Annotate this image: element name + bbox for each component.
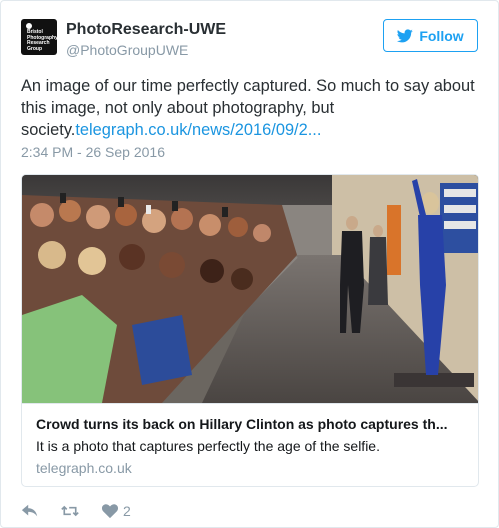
tweet-embed: Bristol Photography Research Group Photo… [0, 0, 499, 528]
link-card[interactable]: Crowd turns its back on Hillary Clinton … [21, 174, 479, 487]
account-name[interactable]: PhotoResearch-UWE [66, 21, 226, 39]
avatar[interactable]: Bristol Photography Research Group [21, 19, 57, 55]
tweet-text: An image of our time perfectly captured.… [21, 75, 481, 141]
card-image[interactable] [22, 175, 478, 403]
reply-icon [21, 504, 38, 517]
bird-icon [397, 28, 414, 42]
retweet-button[interactable] [61, 503, 79, 519]
card-title[interactable]: Crowd turns its back on Hillary Clinton … [36, 416, 466, 432]
follow-button[interactable]: Follow [383, 19, 478, 52]
account-handle[interactable]: @PhotoGroupUWE [66, 42, 188, 58]
tweet-actions: 2 [21, 501, 153, 521]
like-count: 2 [123, 503, 131, 519]
tweet-timestamp[interactable]: 2:34 PM - 26 Sep 2016 [21, 144, 165, 160]
card-description: It is a photo that captures perfectly th… [36, 438, 380, 454]
card-domain: telegraph.co.uk [36, 460, 132, 476]
like-button[interactable]: 2 [101, 503, 131, 519]
reply-button[interactable] [21, 503, 39, 519]
heart-icon [101, 504, 119, 519]
tweet-link[interactable]: telegraph.co.uk/news/2016/09/2... [75, 121, 321, 139]
card-photo [22, 175, 478, 403]
card-body[interactable]: Crowd turns its back on Hillary Clinton … [22, 403, 478, 486]
avatar-text: Bristol Photography Research Group [27, 29, 57, 52]
tweet-header: Bristol Photography Research Group Photo… [21, 19, 478, 59]
retweet-icon [61, 505, 79, 517]
follow-label: Follow [419, 27, 464, 44]
logo-icon [26, 23, 32, 29]
